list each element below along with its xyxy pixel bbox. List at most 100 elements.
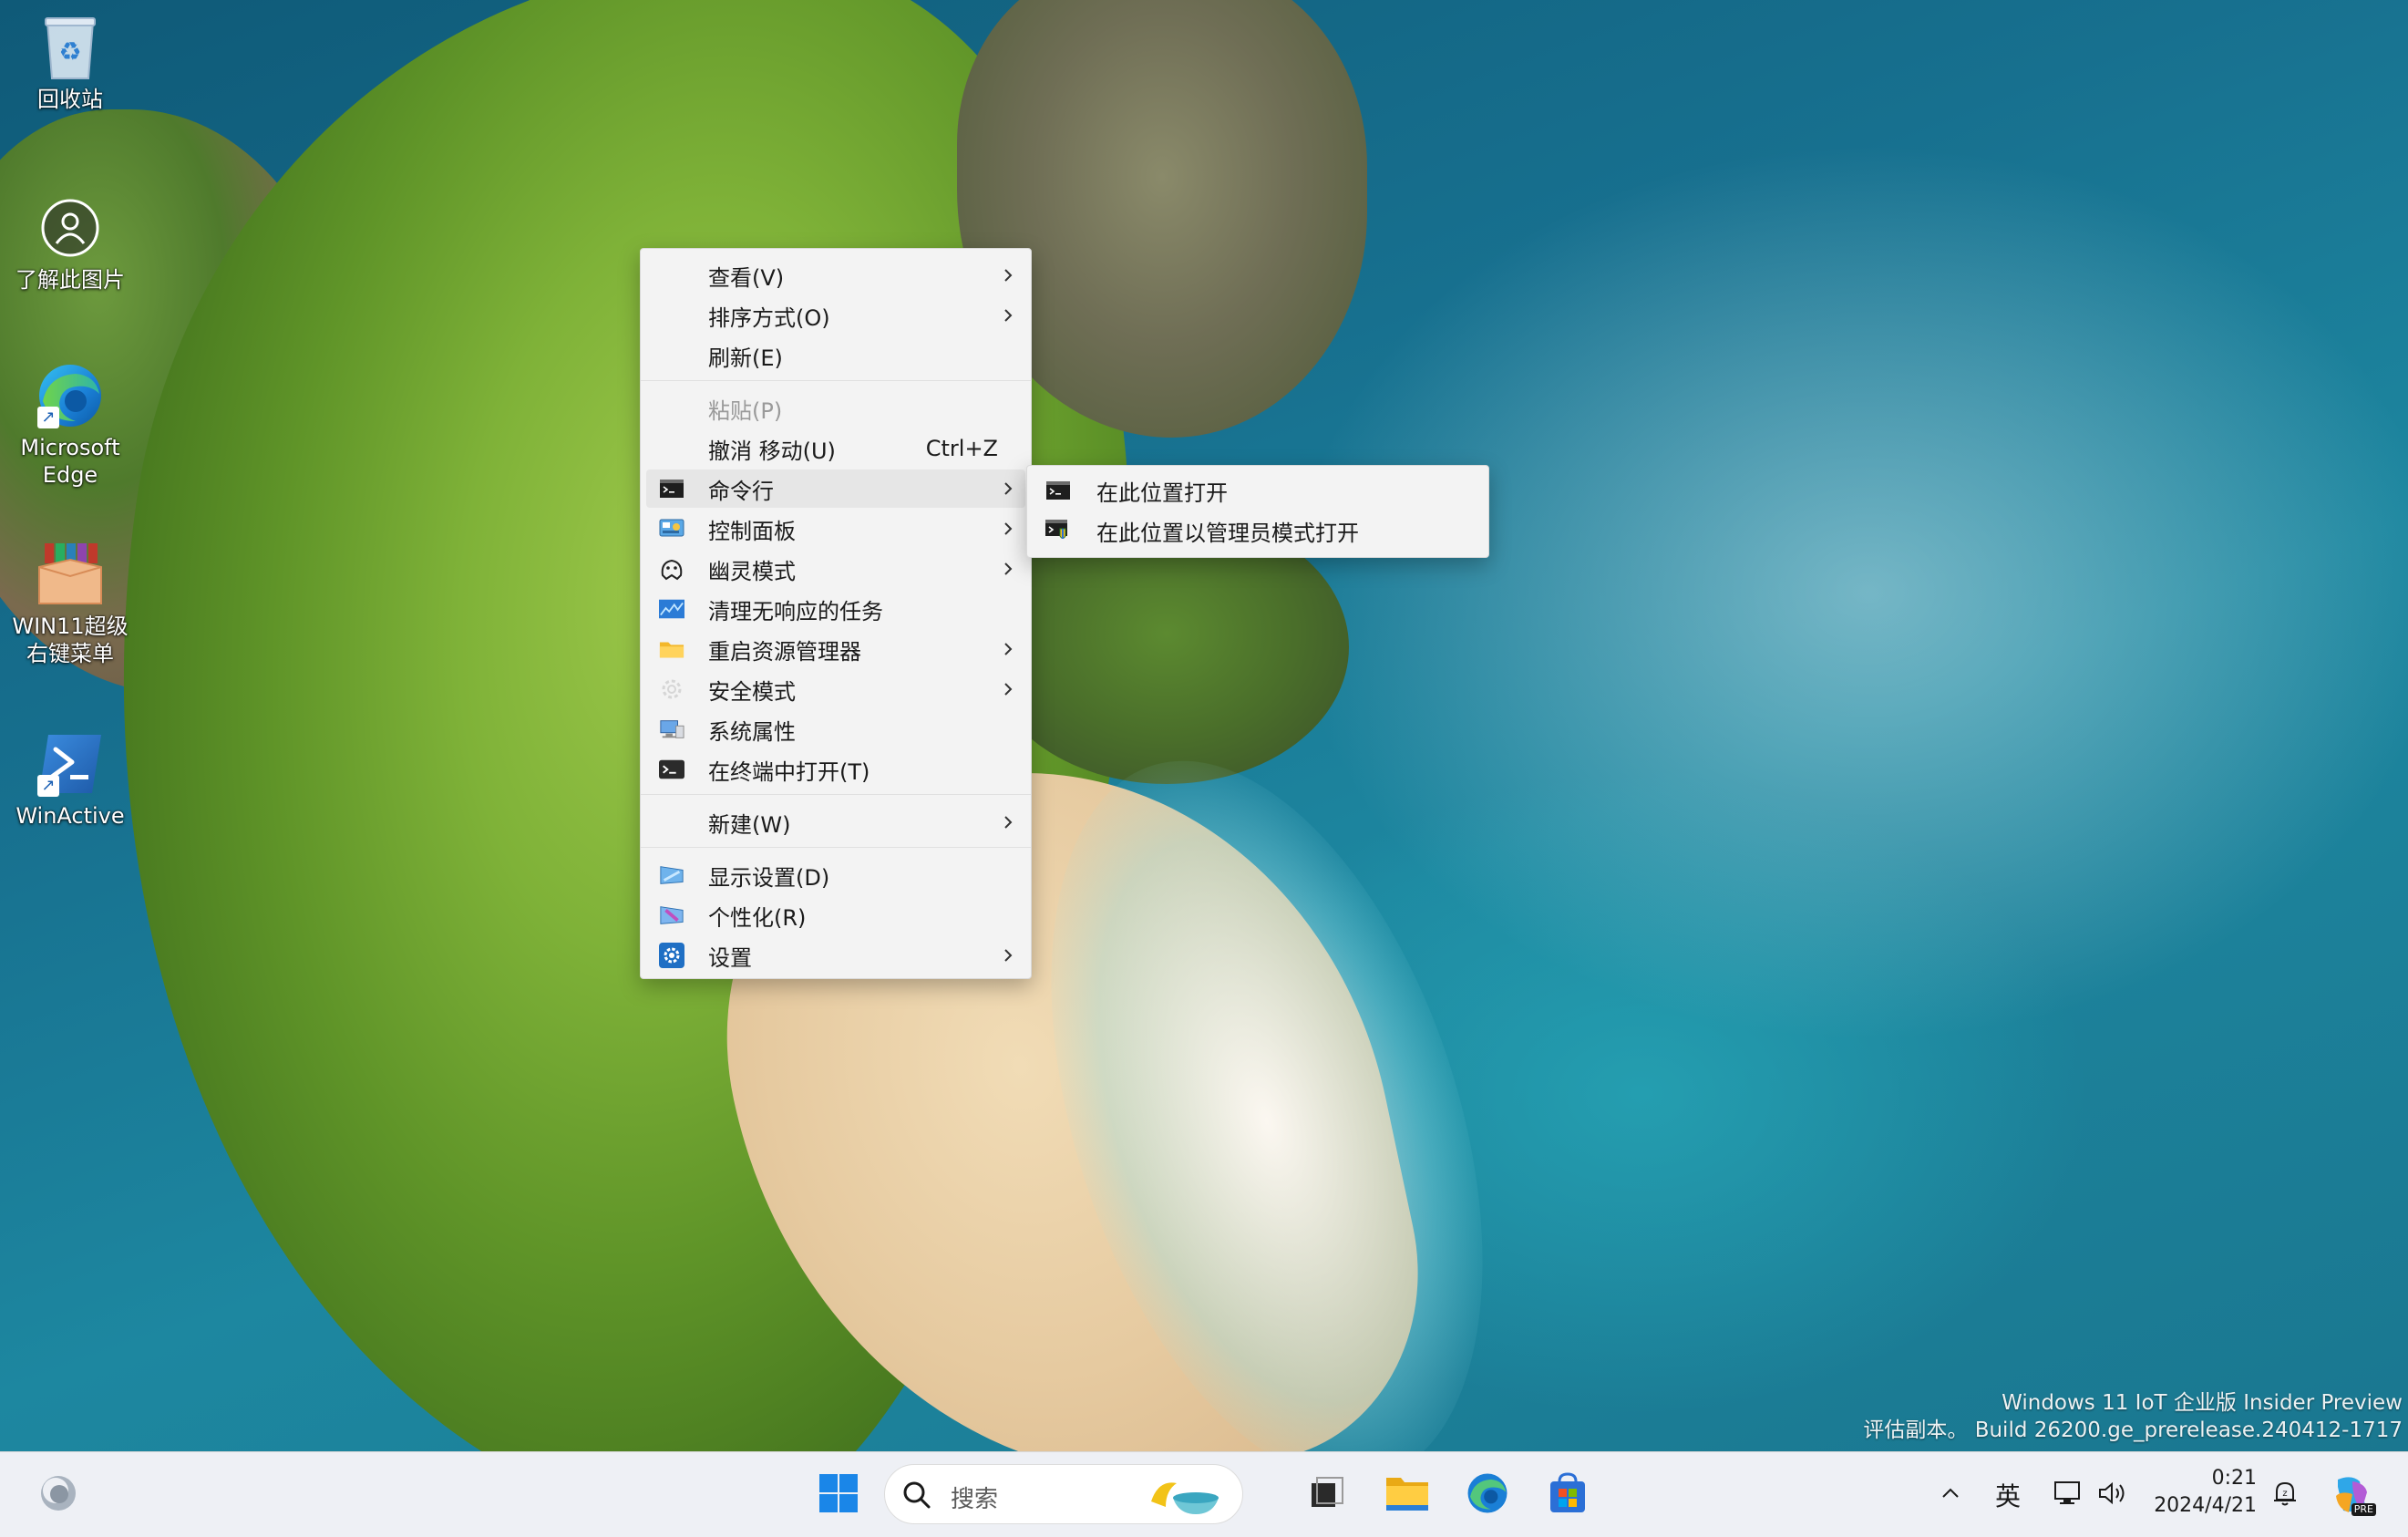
menu-item-label: 新建(W): [708, 811, 791, 838]
cmd-prompt-icon: [659, 478, 684, 500]
menu-item-new[interactable]: 新建(W): [646, 803, 1025, 841]
terminal-icon: [659, 758, 684, 780]
shortcut-arrow-icon: ↗: [37, 407, 59, 428]
menu-item-system-properties[interactable]: 系统属性: [646, 710, 1025, 748]
desktop-icon-spotlight[interactable]: 了解此图片: [0, 193, 140, 294]
edge-icon: [1466, 1471, 1509, 1519]
menu-item-kill-unresponsive-tasks[interactable]: 清理无响应的任务: [646, 590, 1025, 628]
desktop-icon-label: WinActive: [15, 803, 125, 829]
menu-item-command-line[interactable]: 命令行: [646, 469, 1025, 508]
copilot-button[interactable]: PRE: [2326, 1452, 2377, 1537]
start-button[interactable]: [809, 1466, 868, 1524]
menu-item-restart-explorer[interactable]: 重启资源管理器: [646, 630, 1025, 668]
menu-item-label: 在此位置打开: [1096, 480, 1228, 506]
chevron-up-icon: [1940, 1486, 1961, 1504]
clock-date: 2024/4/21: [2154, 1494, 2257, 1517]
menu-item-label: 设置: [708, 944, 752, 971]
task-view-button[interactable]: [1298, 1466, 1356, 1524]
volume-button[interactable]: [2093, 1452, 2135, 1537]
menu-item-shortcut: Ctrl+Z: [925, 436, 998, 461]
widgets-button[interactable]: [29, 1466, 87, 1524]
show-hidden-icons-button[interactable]: [1930, 1452, 1971, 1537]
chevron-right-icon: [1000, 944, 1016, 967]
submenu-item-open-here-as-admin[interactable]: 在此位置以管理员模式打开: [1033, 511, 1483, 550]
chevron-right-icon: [1000, 263, 1016, 287]
bell-snooze-icon: z: [2269, 1478, 2300, 1512]
menu-item-label: 安全模式: [708, 678, 796, 705]
menu-item-paste[interactable]: 粘贴(P): [646, 389, 1025, 428]
desktop-icon-edge[interactable]: ↗ Microsoft Edge: [0, 361, 140, 489]
menu-item-label: 显示设置(D): [708, 864, 830, 891]
menu-separator: [641, 380, 1031, 381]
menu-item-open-in-terminal[interactable]: 在终端中打开(T): [646, 750, 1025, 789]
task-monitor-icon: [659, 598, 684, 620]
camera-location-icon: [36, 193, 105, 263]
taskbar: 搜索 英 0:21 2024/4/21 z PRE: [0, 1451, 2408, 1537]
menu-item-view[interactable]: 查看(V): [646, 256, 1025, 294]
chevron-right-icon: [1000, 477, 1016, 500]
desktop-icon-label: 了解此图片: [15, 267, 125, 293]
menu-item-control-panel[interactable]: 控制面板: [646, 510, 1025, 548]
cmd-admin-icon: [1045, 520, 1071, 542]
file-explorer-icon: [1384, 1472, 1430, 1518]
menu-item-refresh[interactable]: 刷新(E): [646, 336, 1025, 375]
menu-item-label: 在终端中打开(T): [708, 758, 870, 785]
menu-item-label: 刷新(E): [708, 345, 783, 371]
menu-separator: [641, 847, 1031, 848]
microsoft-store-icon: [1547, 1472, 1589, 1518]
menu-item-label: 重启资源管理器: [708, 638, 861, 665]
taskbar-clock[interactable]: 0:21 2024/4/21: [2147, 1465, 2257, 1520]
desktop-icon-label: WIN11超级 右键菜单: [12, 614, 129, 666]
desktop-icon-recycle-bin[interactable]: ♻ 回收站: [0, 13, 140, 113]
taskbar-app-edge[interactable]: [1458, 1466, 1517, 1524]
menu-item-label: 撤消 移动(U): [708, 438, 836, 464]
chevron-right-icon: [1000, 810, 1016, 834]
command-line-submenu: 在此位置打开 在此位置以管理员模式打开: [1026, 465, 1489, 558]
chevron-right-icon: [1000, 304, 1016, 327]
shortcut-arrow-icon: ↗: [37, 775, 59, 797]
menu-item-label: 粘贴(P): [708, 397, 783, 424]
widgets-icon: [37, 1472, 79, 1518]
desktop-icon-winactive[interactable]: ↗ WinActive: [0, 729, 140, 830]
menu-item-label: 排序方式(O): [708, 304, 830, 331]
taskbar-search-box[interactable]: 搜索: [884, 1464, 1243, 1524]
menu-item-label: 个性化(R): [708, 904, 807, 931]
desktop-icon-win11-context-tool[interactable]: WIN11超级 右键菜单: [0, 540, 140, 667]
evaluation-watermark: Windows 11 IoT 企业版 Insider Preview 评估副本。…: [1863, 1389, 2403, 1444]
copilot-pre-badge: PRE: [2351, 1503, 2376, 1516]
watermark-line-edition: Windows 11 IoT 企业版 Insider Preview: [2002, 1391, 2403, 1415]
menu-item-label: 幽灵模式: [708, 558, 796, 584]
menu-item-personalize[interactable]: 个性化(R): [646, 896, 1025, 934]
menu-item-sort-by[interactable]: 排序方式(O): [646, 296, 1025, 335]
menu-item-undo-move[interactable]: 撤消 移动(U) Ctrl+Z: [646, 429, 1025, 468]
recycle-bin-icon: ♻: [36, 13, 105, 82]
task-view-icon: [1306, 1472, 1348, 1518]
clock-time: 0:21: [2211, 1467, 2257, 1490]
menu-item-safe-mode[interactable]: 安全模式: [646, 670, 1025, 708]
folder-icon: [659, 638, 684, 660]
notifications-button[interactable]: z: [2264, 1452, 2306, 1537]
search-placeholder: 搜索: [951, 1486, 999, 1513]
menu-separator: [641, 794, 1031, 795]
chevron-right-icon: [1000, 557, 1016, 581]
search-highlight-icon: [1146, 1474, 1228, 1516]
chevron-right-icon: [1000, 517, 1016, 541]
menu-item-settings[interactable]: 设置: [646, 936, 1025, 975]
ghost-icon: [659, 558, 684, 581]
desktop-wallpaper[interactable]: [0, 0, 2408, 1451]
chevron-right-icon: [1000, 677, 1016, 701]
speaker-icon: [2097, 1480, 2130, 1511]
svg-text:z: z: [2282, 1489, 2287, 1499]
taskbar-app-microsoft-store[interactable]: [1538, 1466, 1597, 1524]
search-icon: [901, 1480, 932, 1511]
menu-item-label: 命令行: [708, 478, 774, 504]
desktop-icon-label: 回收站: [37, 87, 103, 112]
menu-item-ghost-mode[interactable]: 幽灵模式: [646, 550, 1025, 588]
taskbar-app-file-explorer[interactable]: [1378, 1466, 1436, 1524]
ime-language-indicator[interactable]: 英: [1985, 1452, 2031, 1537]
menu-item-display-settings[interactable]: 显示设置(D): [646, 856, 1025, 894]
submenu-item-open-here[interactable]: 在此位置打开: [1033, 471, 1483, 510]
network-status-button[interactable]: [2047, 1452, 2089, 1537]
cmd-prompt-icon: [1045, 480, 1071, 501]
menu-item-label: 清理无响应的任务: [708, 598, 883, 624]
